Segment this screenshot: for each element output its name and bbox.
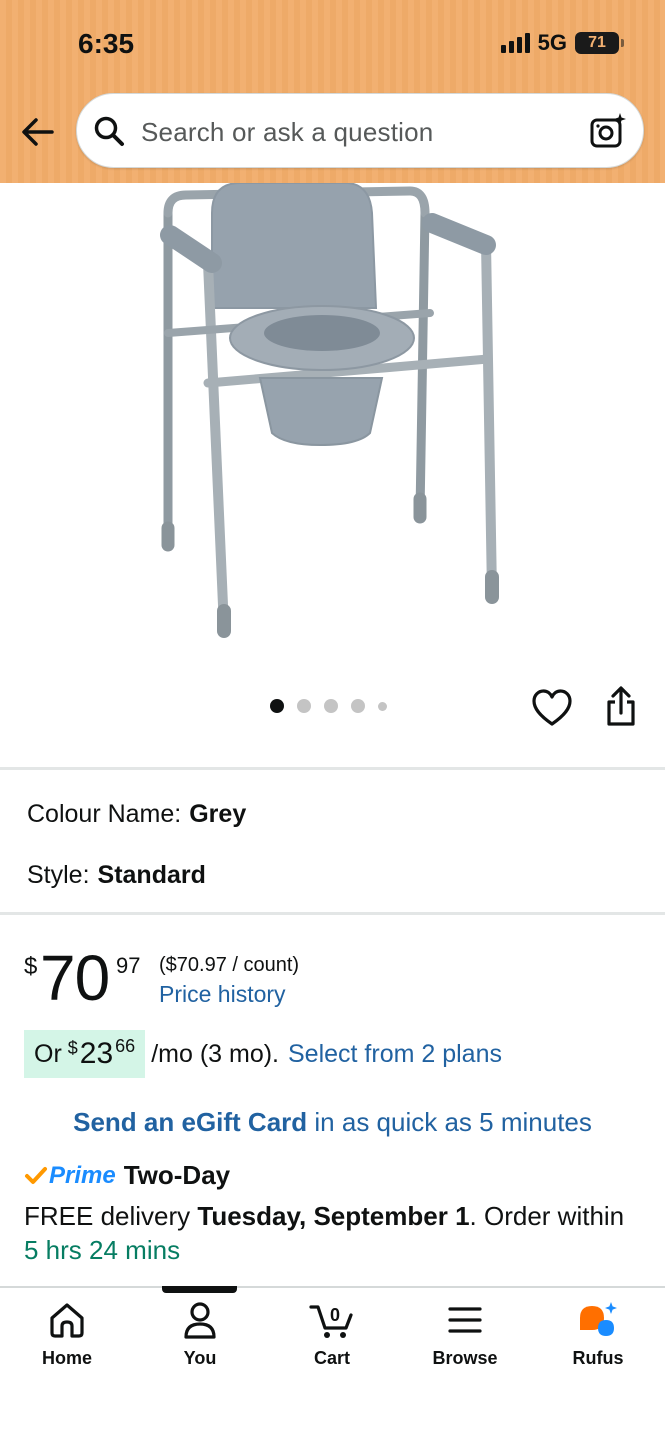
delivery-speed: Two-Day	[123, 1160, 231, 1190]
rufus-icon	[580, 1302, 617, 1336]
nav-cart[interactable]: 0 Cart	[277, 1300, 387, 1369]
nav-browse[interactable]: Browse	[410, 1300, 520, 1369]
search-icon	[94, 116, 124, 146]
style-variation[interactable]: Style: Standard	[27, 861, 206, 890]
section-divider	[0, 912, 665, 915]
delivery-countdown: 5 hrs 24 mins	[24, 1235, 181, 1265]
pagination-dot[interactable]	[324, 699, 338, 713]
prime-check-icon	[25, 1166, 47, 1184]
colour-label: Colour Name:	[27, 800, 182, 828]
nav-home[interactable]: Home	[12, 1300, 122, 1369]
status-indicators: 5G 71	[500, 30, 624, 56]
price-whole: 70	[40, 942, 110, 1014]
active-tab-indicator	[162, 1286, 237, 1293]
select-plans-link[interactable]: Select from 2 plans	[288, 1040, 502, 1069]
egift-rest: in as quick as 5 minutes	[314, 1107, 592, 1137]
section-divider	[0, 767, 665, 770]
user-icon	[184, 1302, 216, 1339]
installment-amount: 23	[79, 1037, 114, 1070]
back-arrow-icon[interactable]	[18, 112, 58, 152]
wishlist-heart-icon[interactable]	[531, 688, 573, 728]
installment-currency: $	[67, 1037, 78, 1058]
installment-row: Or $ 23 66 /mo (3 mo). Select from 2 pla…	[24, 1030, 502, 1078]
battery-icon: 71	[575, 32, 624, 54]
egift-bold: Send an eGift Card	[73, 1107, 308, 1137]
top-header: 6:35 5G 71 Search or ask a question	[0, 0, 665, 183]
free-delivery-text: FREE delivery	[24, 1201, 191, 1231]
delivery-date: Tuesday, September 1	[197, 1201, 470, 1231]
search-input[interactable]: Search or ask a question	[76, 93, 644, 168]
pagination-dot[interactable]	[297, 699, 311, 713]
unit-price: ($70.97 / count)	[159, 954, 300, 976]
nav-rufus-label: Rufus	[572, 1348, 624, 1368]
prime-logo: Prime	[49, 1161, 116, 1189]
nav-you-label: You	[183, 1348, 217, 1368]
cart-icon: 0	[309, 1305, 353, 1338]
colour-value: Grey	[189, 800, 247, 828]
installment-prefix: Or	[34, 1039, 62, 1068]
delivery-info: FREE delivery Tuesday, September 1. Orde…	[24, 1199, 634, 1267]
style-label: Style:	[27, 861, 90, 889]
style-value: Standard	[97, 861, 206, 889]
cart-count: 0	[330, 1305, 340, 1325]
product-image[interactable]	[120, 183, 545, 653]
nav-home-label: Home	[41, 1348, 92, 1368]
prime-delivery-row: Prime Two-Day	[24, 1160, 230, 1191]
order-within-text: . Order within	[469, 1201, 625, 1231]
pagination-dot[interactable]	[378, 701, 387, 711]
battery-level: 71	[588, 34, 606, 51]
image-pagination	[270, 699, 387, 713]
nav-rufus[interactable]: Rufus	[543, 1300, 653, 1369]
installment-term: /mo (3 mo).	[151, 1039, 279, 1068]
installment-badge: Or $ 23 66	[24, 1030, 146, 1078]
pagination-dot[interactable]	[270, 699, 284, 713]
nav-cart-label: Cart	[313, 1348, 350, 1368]
pagination-dot[interactable]	[351, 699, 365, 713]
camera-search-icon[interactable]	[589, 112, 627, 150]
price-fraction: 97	[116, 953, 141, 978]
nav-you[interactable]: You	[145, 1300, 255, 1369]
home-icon	[50, 1303, 84, 1338]
menu-icon	[448, 1307, 482, 1333]
colour-variation[interactable]: Colour Name: Grey	[27, 800, 246, 829]
share-icon[interactable]	[602, 686, 640, 728]
network-type: 5G	[537, 30, 567, 55]
price-currency: $	[24, 953, 38, 980]
installment-cents: 66	[115, 1035, 136, 1056]
search-placeholder: Search or ask a question	[141, 117, 434, 147]
signal-icon	[500, 33, 530, 53]
egift-link[interactable]: Send an eGift Card in as quick as 5 minu…	[0, 1107, 665, 1138]
status-time: 6:35	[78, 28, 135, 59]
nav-browse-label: Browse	[432, 1348, 498, 1368]
price-history-link[interactable]: Price history	[159, 981, 286, 1008]
